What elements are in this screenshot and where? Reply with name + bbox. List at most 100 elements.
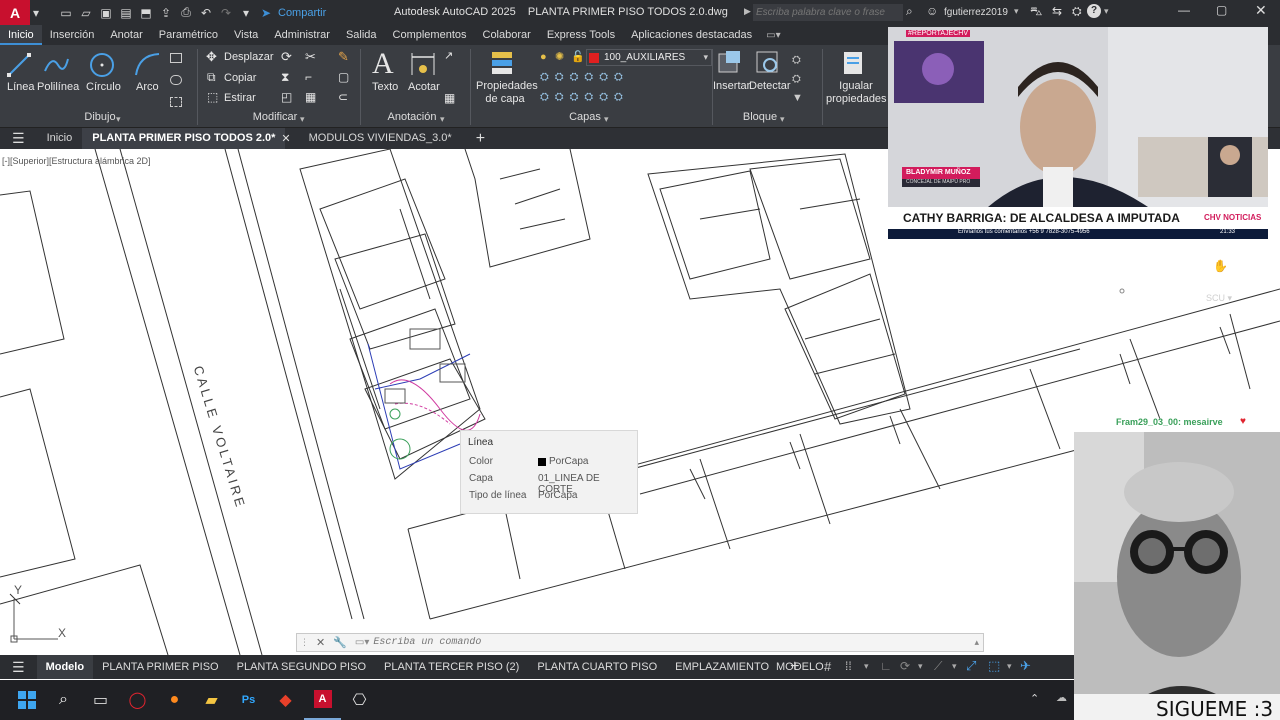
- help-icon[interactable]: ?: [1087, 4, 1101, 18]
- chatgpt-icon[interactable]: ⎔: [341, 680, 378, 720]
- ribbon-tab-inicio[interactable]: Inicio: [0, 25, 42, 45]
- redo-icon[interactable]: ↷: [216, 3, 236, 23]
- ribbon-tab-express-tools[interactable]: Express Tools: [539, 25, 623, 45]
- detect-label[interactable]: Detectar: [749, 80, 791, 92]
- layer-tool-row-icons[interactable]: ⛭⛭⛭⛭⛭⛭: [540, 71, 629, 84]
- grid-icon[interactable]: #: [824, 659, 831, 674]
- insert-block-icon[interactable]: [716, 49, 744, 77]
- polar-dropdown-icon[interactable]: ▾: [918, 661, 923, 672]
- line-tool-label[interactable]: Línea: [7, 81, 35, 93]
- web-save-icon[interactable]: ⬒: [136, 3, 156, 23]
- undo-icon[interactable]: ↶: [196, 3, 216, 23]
- fillet-icon[interactable]: ⌐: [305, 70, 312, 84]
- explode-icon[interactable]: ▢: [338, 70, 349, 84]
- model-space-toggle[interactable]: MODELO: [776, 661, 824, 673]
- cmdline-close-icon[interactable]: ✕: [312, 636, 329, 649]
- circle-tool-icon[interactable]: [88, 51, 116, 79]
- hatch-tool-icon[interactable]: [170, 75, 182, 85]
- upload-icon[interactable]: ⇪: [156, 3, 176, 23]
- layout-tab-modelo[interactable]: Modelo: [36, 655, 94, 679]
- qat-menu-icon[interactable]: ▾: [236, 3, 256, 23]
- current-layer-dropdown[interactable]: 100_AUXILIARES ▾: [586, 49, 712, 66]
- search-icon[interactable]: ⌕: [906, 4, 913, 19]
- cart-icon[interactable]: ⛍: [1030, 4, 1042, 20]
- polyline-tool-label[interactable]: Polilínea: [37, 81, 79, 93]
- arc-tool-icon[interactable]: [133, 51, 161, 79]
- isodraft-icon[interactable]: ⟋: [934, 659, 942, 674]
- red-app-icon[interactable]: ◆: [267, 680, 304, 720]
- line-tool-icon[interactable]: [6, 51, 32, 79]
- save-as-icon[interactable]: ▤: [116, 3, 136, 23]
- move-icon[interactable]: ✥: [206, 49, 217, 65]
- erase-icon[interactable]: ✎: [338, 49, 349, 65]
- viewcube-wcs-label[interactable]: SCU ▾: [1206, 293, 1232, 304]
- task-view-icon[interactable]: ▭: [82, 680, 119, 720]
- print-icon[interactable]: ⎙: [176, 3, 196, 23]
- file-explorer-icon[interactable]: ▰: [193, 680, 230, 720]
- draw-panel-title[interactable]: Dibujo: [70, 111, 130, 125]
- layer-lock-icon[interactable]: 🔓: [571, 50, 585, 63]
- polar-icon[interactable]: ⟳: [900, 659, 910, 673]
- mirror-icon[interactable]: ⧗: [281, 70, 289, 85]
- object-snap-tracking-icon[interactable]: ⤢: [966, 658, 976, 674]
- annotation-scale-icon[interactable]: ✈: [1020, 658, 1031, 674]
- snap-icon[interactable]: ⁞⁞: [845, 659, 852, 673]
- layers-panel-expand-icon[interactable]: ▾: [604, 114, 609, 125]
- trim-icon[interactable]: ✂: [305, 49, 316, 65]
- block-tool-icons[interactable]: ⛭ ⛭ ▼: [792, 51, 806, 108]
- cmdline-customize-icon[interactable]: 🔧: [329, 636, 351, 649]
- maximize-icon[interactable]: ▢: [1216, 3, 1227, 17]
- firefox-icon[interactable]: ●: [156, 680, 193, 720]
- ribbon-tab-administrar[interactable]: Administrar: [266, 25, 338, 45]
- copy-tool-label[interactable]: Copiar: [224, 72, 256, 84]
- table-icon[interactable]: ▦: [444, 91, 455, 105]
- gradient-tool-icon[interactable]: [170, 97, 182, 107]
- autocad-logo[interactable]: A: [0, 0, 30, 25]
- offset-icon[interactable]: ⊂: [338, 90, 348, 104]
- layout-menu-icon[interactable]: ☰: [0, 659, 37, 676]
- layout-tab-segundo-piso[interactable]: PLANTA SEGUNDO PISO: [228, 655, 375, 679]
- ribbon-tab-colaborar[interactable]: Colaborar: [475, 25, 539, 45]
- tray-chevron-icon[interactable]: ⌃: [1030, 692, 1039, 705]
- stretch-tool-label[interactable]: Estirar: [224, 92, 256, 104]
- annotation-panel-expand-icon[interactable]: ▾: [440, 114, 445, 125]
- arc-tool-label[interactable]: Arco: [136, 81, 159, 93]
- autodesk-a360-icon[interactable]: ⇆: [1052, 4, 1062, 18]
- dropdown-icon[interactable]: ▾: [30, 3, 42, 23]
- insert-block-label[interactable]: Insertar: [713, 80, 750, 92]
- layer-sun-icon[interactable]: ✺: [555, 50, 564, 63]
- block-panel-expand-icon[interactable]: ▾: [780, 114, 785, 125]
- keyword-search-input[interactable]: [753, 4, 903, 21]
- rotate-icon[interactable]: ⟳: [281, 49, 292, 65]
- isodraft-dropdown-icon[interactable]: ▾: [952, 661, 957, 672]
- share-button[interactable]: Compartir: [278, 7, 326, 19]
- circle-tool-label[interactable]: Círculo: [86, 81, 121, 93]
- modify-panel-title[interactable]: Modificar: [245, 111, 305, 125]
- rectangle-tool-icon[interactable]: [170, 53, 182, 63]
- osnap-dropdown-icon[interactable]: ▾: [1007, 661, 1012, 672]
- dimension-tool-icon[interactable]: [409, 51, 437, 79]
- tray-app-icon[interactable]: ☁: [1056, 691, 1067, 704]
- layer-properties-label[interactable]: Propiedades de capa: [476, 80, 538, 106]
- share-icon[interactable]: ➤: [256, 3, 276, 23]
- cmdline-grip-icon[interactable]: ⋮: [297, 637, 312, 648]
- dimension-tool-label[interactable]: Acotar: [408, 81, 440, 93]
- doc-tab-home[interactable]: Inicio: [37, 128, 83, 149]
- user-icon[interactable]: ☺: [926, 4, 938, 18]
- stretch-icon[interactable]: ⬚: [207, 90, 218, 104]
- copy-icon[interactable]: ⧉: [207, 70, 216, 85]
- close-icon[interactable]: ✕: [1255, 2, 1267, 19]
- layers-panel-title[interactable]: Capas: [560, 111, 610, 125]
- match-properties-icon[interactable]: [840, 49, 868, 77]
- layout-tab-emplazamiento[interactable]: EMPLAZAMIENTO: [666, 655, 778, 679]
- ribbon-tab-salida[interactable]: Salida: [338, 25, 385, 45]
- cmdline-history-icon[interactable]: ▴: [970, 637, 983, 648]
- app-menu-icon[interactable]: ☰: [0, 130, 37, 147]
- layer-properties-icon[interactable]: [488, 49, 518, 77]
- ribbon-options-icon[interactable]: ▭▾: [766, 30, 780, 41]
- user-dropdown-icon[interactable]: ▾: [1014, 6, 1019, 17]
- ribbon-tab-parametrico[interactable]: Paramétrico: [151, 25, 226, 45]
- snap-dropdown-icon[interactable]: ▾: [864, 661, 869, 672]
- layout-tab-tercer-piso[interactable]: PLANTA TERCER PISO (2): [375, 655, 528, 679]
- new-file-icon[interactable]: ▭: [56, 3, 76, 23]
